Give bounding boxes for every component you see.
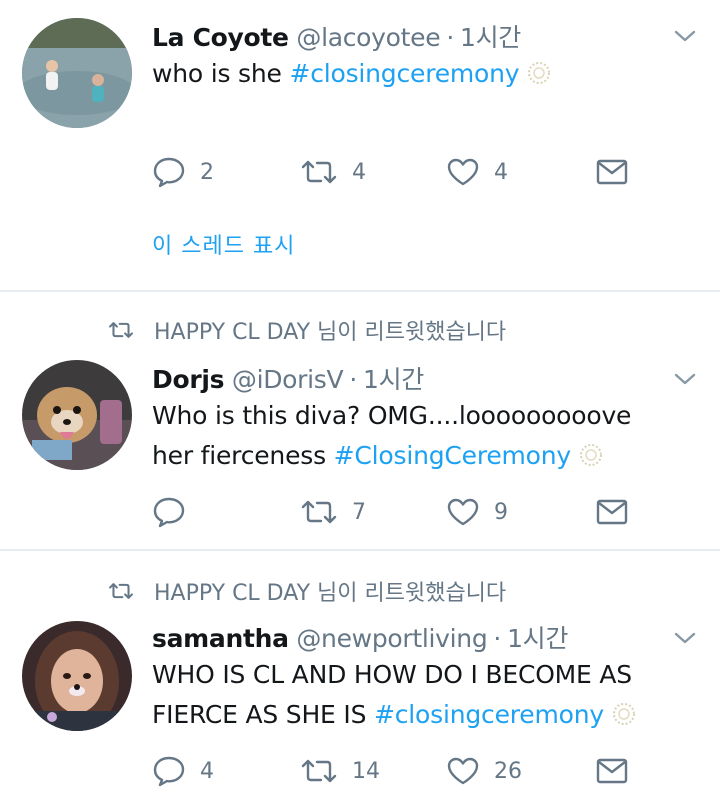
tweet-1[interactable]: La Coyote @lacoyotee · 1시간 who is she #clo… [0, 0, 720, 290]
show-thread-link[interactable]: 이 스레드 표시 [152, 228, 295, 260]
avatar[interactable] [22, 18, 132, 128]
display-name[interactable]: La Coyote [152, 23, 289, 52]
reply-button[interactable] [152, 492, 200, 532]
reply-button[interactable]: 4 [152, 751, 214, 791]
tweet-text: who is she #closingceremony [152, 54, 551, 94]
tweet-text-line: Who is this diva? OMG....looooooooove [152, 401, 632, 430]
retweet-count: 7 [352, 499, 366, 525]
reply-button[interactable]: 2 [152, 152, 214, 192]
retweet-icon [109, 322, 133, 338]
retweet-context: HAPPY CL DAY 님이 리트윗했습니다 [108, 575, 506, 607]
separator: · [493, 624, 502, 653]
timestamp[interactable]: 1시간 [507, 624, 568, 653]
retweet-icon [301, 160, 337, 184]
like-count: 4 [494, 159, 508, 185]
retweet-context: HAPPY CL DAY 님이 리트윗했습니다 [108, 314, 506, 346]
reply-icon [153, 756, 185, 787]
tweet-text-plain: who is she [152, 59, 290, 88]
tweet-text-line: FIERCE AS SHE IS #closingceremony [152, 695, 636, 735]
avatar-photo [22, 360, 132, 470]
tweet-text: Who is this diva? OMG....looooooooove he… [152, 396, 631, 476]
timestamp[interactable]: 1시간 [363, 365, 424, 394]
user-handle[interactable]: @iDorisV [232, 365, 344, 394]
avatar[interactable] [22, 621, 132, 731]
chevron-down-icon[interactable] [674, 631, 696, 645]
retweet-icon [109, 583, 133, 599]
tweet-header: La Coyote @lacoyotee · 1시간 [152, 18, 521, 54]
retweeted-by-text[interactable]: HAPPY CL DAY 님이 리트윗했습니다 [154, 314, 506, 346]
ceremony-badge-icon [528, 62, 551, 84]
tweet-actions: 2 4 4 [152, 152, 652, 192]
ceremony-badge-icon [612, 703, 635, 725]
dm-icon [596, 758, 628, 784]
dm-button[interactable] [596, 492, 628, 532]
retweet-button[interactable]: 14 [300, 751, 380, 791]
ceremony-badge-icon [580, 444, 603, 466]
like-icon [447, 757, 479, 785]
tweet-text-line: WHO IS CL AND HOW DO I BECOME AS [152, 660, 632, 689]
tweet-2[interactable]: HAPPY CL DAY 님이 리트윗했습니다 Dorjs @iDorisV · 1… [0, 292, 720, 549]
retweet-icon [301, 759, 337, 783]
tweet-actions: 4 14 26 [152, 751, 652, 791]
separator: · [349, 365, 357, 394]
avatar-photo [22, 621, 132, 731]
hashtag-link[interactable]: #closingceremony [289, 59, 519, 88]
like-count: 9 [494, 499, 508, 525]
tweet-text-plain: her fierceness [152, 441, 334, 470]
reply-count: 2 [200, 159, 214, 185]
like-count: 26 [494, 758, 522, 784]
hashtag-link[interactable]: #ClosingCeremony [334, 441, 572, 470]
chevron-down-icon[interactable] [674, 29, 696, 43]
separator: · [446, 23, 454, 52]
tweet-header: samantha @newportliving · 1시간 [152, 619, 568, 655]
avatar[interactable] [22, 360, 132, 470]
display-name[interactable]: samantha [152, 624, 289, 653]
like-icon [447, 158, 479, 186]
like-button[interactable]: 4 [446, 152, 508, 192]
retweeted-by-text[interactable]: HAPPY CL DAY 님이 리트윗했습니다 [154, 575, 506, 607]
dm-icon [596, 159, 628, 185]
tweet-text-plain: FIERCE AS SHE IS [152, 700, 374, 729]
dm-icon [596, 499, 628, 525]
hashtag-link[interactable]: #closingceremony [374, 700, 604, 729]
user-handle[interactable]: @lacoyotee [296, 23, 440, 52]
user-handle[interactable]: @newportliving [296, 624, 487, 653]
retweet-button[interactable]: 4 [300, 152, 366, 192]
like-icon [447, 498, 479, 526]
retweet-button[interactable]: 7 [300, 492, 366, 532]
avatar-photo [22, 18, 132, 128]
tweet-header: Dorjs @iDorisV · 1시간 [152, 360, 424, 396]
tweet-actions: 7 9 [152, 492, 652, 532]
dm-button[interactable] [596, 152, 628, 192]
timestamp[interactable]: 1시간 [460, 23, 521, 52]
dm-button[interactable] [596, 751, 628, 791]
tweet-text: WHO IS CL AND HOW DO I BECOME AS FIERCE … [152, 655, 636, 735]
tweet-text-line: her fierceness #ClosingCeremony [152, 436, 631, 476]
reply-icon [153, 497, 185, 528]
display-name[interactable]: Dorjs [152, 365, 225, 394]
like-button[interactable]: 26 [446, 751, 522, 791]
tweet-3[interactable]: HAPPY CL DAY 님이 리트윗했습니다 samantha @newpor… [0, 551, 720, 797]
reply-icon [153, 157, 185, 188]
retweet-icon [301, 500, 337, 524]
reply-count: 4 [200, 758, 214, 784]
retweet-count: 4 [352, 159, 366, 185]
retweet-count: 14 [352, 758, 380, 784]
like-button[interactable]: 9 [446, 492, 508, 532]
chevron-down-icon[interactable] [674, 372, 696, 386]
